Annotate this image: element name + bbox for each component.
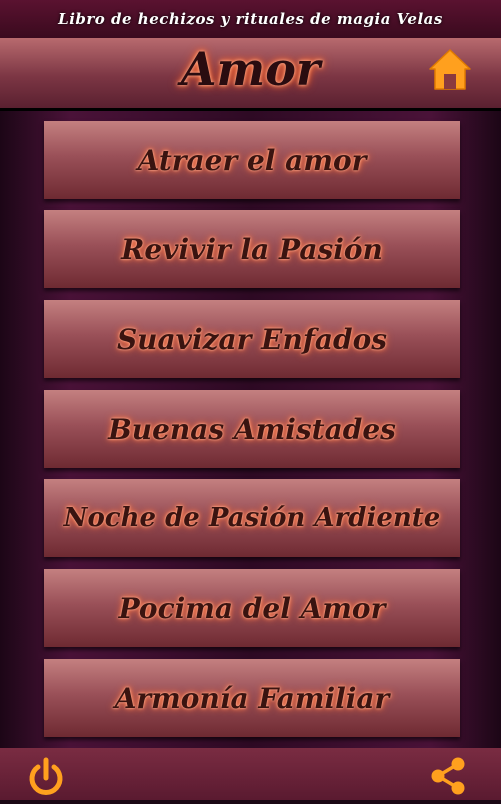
home-button[interactable]	[427, 47, 473, 93]
share-icon	[431, 757, 465, 795]
app-title-bar: Libro de hechizos y rituales de magia Ve…	[0, 0, 501, 38]
page-title: Amor	[180, 42, 321, 96]
home-icon	[429, 49, 471, 90]
menu-item-atraer-el-amor[interactable]: Atraer el amor	[44, 121, 460, 199]
menu-item-armonia-familiar[interactable]: Armonía Familiar	[44, 659, 460, 737]
menu-item-label: Atraer el amor	[137, 143, 367, 177]
menu-item-pocima-del-amor[interactable]: Pocima del Amor	[44, 569, 460, 647]
power-button[interactable]	[24, 756, 68, 800]
menu-list: Atraer el amor Revivir la Pasión Suaviza…	[0, 111, 501, 748]
menu-item-label: Suavizar Enfados	[116, 322, 388, 356]
menu-item-suavizar-enfados[interactable]: Suavizar Enfados	[44, 300, 460, 378]
menu-item-noche-de-pasion-ardiente[interactable]: Noche de Pasión Ardiente	[44, 479, 460, 557]
menu-item-label: Buenas Amistades	[108, 412, 396, 446]
footer	[0, 748, 501, 800]
share-button[interactable]	[426, 754, 470, 798]
menu-item-revivir-la-pasion[interactable]: Revivir la Pasión	[44, 210, 460, 288]
menu-item-label: Armonía Familiar	[114, 681, 390, 715]
menu-item-buenas-amistades[interactable]: Buenas Amistades	[44, 390, 460, 468]
header: Amor	[0, 38, 501, 111]
menu-item-label: Noche de Pasión Ardiente	[63, 503, 441, 533]
app-title: Libro de hechizos y rituales de magia Ve…	[58, 10, 443, 28]
power-icon	[29, 757, 63, 795]
menu-item-label: Pocima del Amor	[118, 591, 386, 625]
menu-item-label: Revivir la Pasión	[121, 232, 383, 266]
